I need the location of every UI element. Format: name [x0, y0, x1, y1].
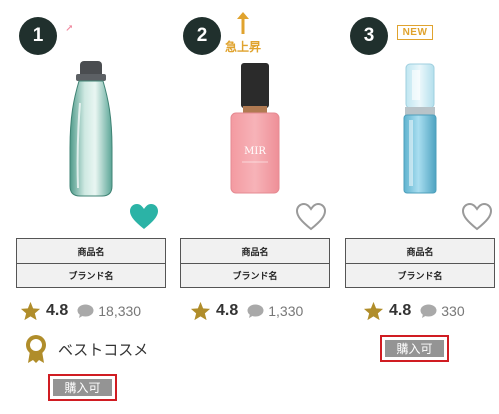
- buy-highlight: 購入可: [48, 374, 117, 401]
- rating-value: 4.8: [216, 302, 239, 319]
- brand-name[interactable]: ブランド名: [181, 263, 329, 287]
- product-info-table: 商品名 ブランド名: [16, 238, 166, 288]
- brand-name[interactable]: ブランド名: [17, 263, 165, 287]
- buy-button[interactable]: 購入可: [385, 340, 444, 357]
- rating-stats: 4.8 18,330: [20, 298, 141, 324]
- product-info-table: 商品名 ブランド名: [180, 238, 330, 288]
- product-image[interactable]: [345, 58, 499, 198]
- star-icon: [363, 301, 384, 321]
- review-count: 1,330: [268, 303, 304, 319]
- favorite-heart-icon[interactable]: [129, 203, 159, 231]
- award-label: ベストコスメ: [58, 340, 149, 359]
- bottle-brand-text: MIR: [244, 146, 266, 157]
- surge-label: 急上昇: [224, 40, 261, 54]
- product-card-3: 3 NEW 商品名 ブランド名 4.8 330 購入可: [345, 0, 499, 414]
- surge-arrow-icon: [237, 12, 249, 34]
- star-icon: [190, 301, 211, 321]
- product-name[interactable]: 商品名: [17, 239, 165, 263]
- product-card-2: 2 急上昇 MIR 商品名 ブランド名 4.8 1,330: [180, 0, 334, 414]
- new-badge: NEW: [397, 25, 433, 40]
- product-name[interactable]: 商品名: [181, 239, 329, 263]
- comment-bubble-icon: [77, 304, 94, 318]
- trend-up-arrow-icon: [66, 25, 72, 31]
- rank-badge: 3: [350, 17, 388, 55]
- rating-value: 4.8: [389, 302, 412, 319]
- product-card-1: 1 商品名 ブランド名 4.8 18,330 ベストコスメ 購入可: [16, 0, 170, 414]
- product-info-table: 商品名 ブランド名: [345, 238, 495, 288]
- surge-badge: 急上昇: [223, 11, 263, 55]
- buy-highlight: 購入可: [380, 335, 449, 362]
- review-count: 18,330: [98, 303, 142, 319]
- best-cosme-award: ベストコスメ: [24, 334, 148, 364]
- rank-badge: 1: [19, 17, 57, 55]
- buy-button[interactable]: 購入可: [53, 379, 112, 396]
- rating-value: 4.8: [46, 302, 69, 319]
- brand-name[interactable]: ブランド名: [346, 263, 494, 287]
- product-name[interactable]: 商品名: [346, 239, 494, 263]
- rating-stats: 4.8 1,330: [190, 298, 303, 324]
- comment-bubble-icon: [420, 304, 437, 318]
- product-image[interactable]: [16, 58, 170, 198]
- comment-bubble-icon: [247, 304, 264, 318]
- favorite-heart-icon[interactable]: [462, 203, 492, 231]
- product-image[interactable]: MIR: [180, 58, 334, 198]
- review-count: 330: [441, 303, 465, 319]
- rating-stats: 4.8 330: [363, 298, 465, 324]
- favorite-heart-icon[interactable]: [296, 203, 326, 231]
- star-icon: [20, 301, 41, 321]
- rank-badge: 2: [183, 17, 221, 55]
- award-medal-icon: [26, 335, 46, 363]
